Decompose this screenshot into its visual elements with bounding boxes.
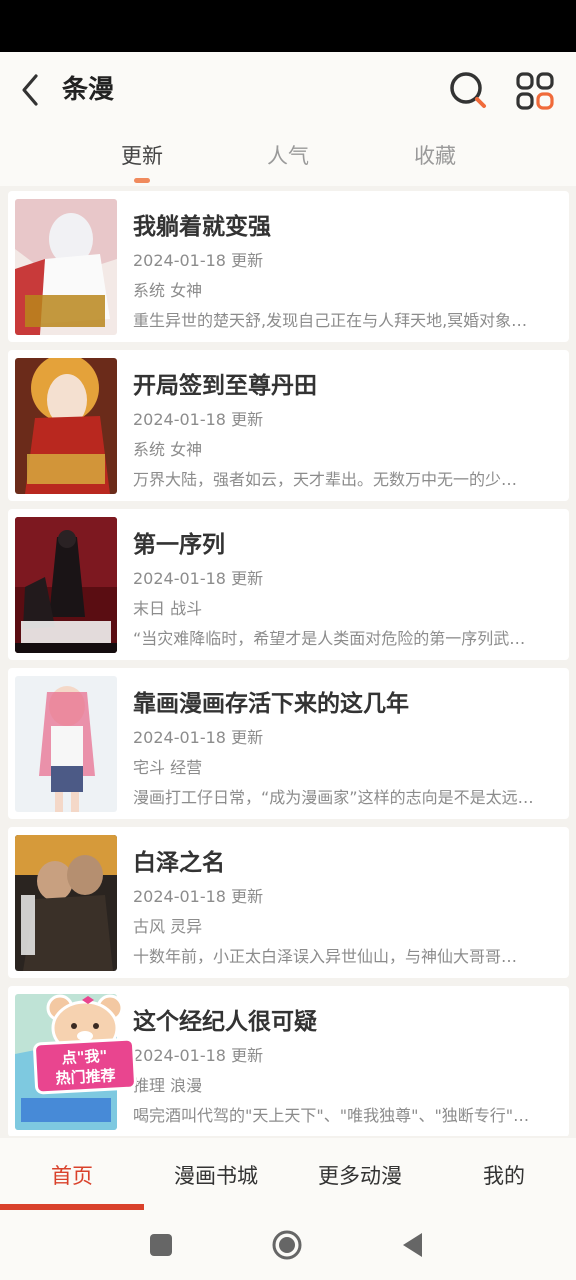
status-bar	[0, 0, 576, 52]
comic-tags: 宅斗 经营	[133, 758, 203, 777]
comic-date: 2024-01-18 更新	[133, 569, 264, 588]
nav-mine[interactable]: 我的	[432, 1160, 576, 1190]
comic-title: 靠画漫画存活下来的这几年	[133, 691, 409, 717]
comic-tags: 系统 女神	[133, 281, 203, 300]
search-icon	[450, 72, 486, 108]
system-nav-bar	[0, 1210, 576, 1280]
grid-icon	[516, 72, 554, 110]
comic-title: 我躺着就变强	[133, 214, 271, 240]
comic-title: 开局签到至尊丹田	[133, 373, 317, 399]
comic-card[interactable]: 我躺着就变强 2024-01-18 更新 系统 女神 重生异世的楚天舒,发现自己…	[8, 191, 569, 342]
comic-date: 2024-01-18 更新	[133, 410, 264, 429]
tab-bar: 更新 人气 收藏	[0, 134, 576, 186]
comic-cover	[15, 199, 117, 335]
comic-date: 2024-01-18 更新	[133, 887, 264, 906]
comic-date: 2024-01-18 更新	[133, 1046, 264, 1065]
comic-desc: 万界大陆，强者如云，天才辈出。无数万中无一的少…	[133, 470, 518, 489]
back-nav-button[interactable]	[396, 1228, 430, 1262]
comic-tags: 推理 浪漫	[133, 1076, 203, 1095]
comic-tags: 末日 战斗	[133, 599, 203, 618]
comic-cover	[15, 676, 117, 812]
bottom-nav: 首页 漫画书城 更多动漫 我的	[0, 1138, 576, 1210]
promo-label: 点"我" 热门推荐	[32, 1037, 138, 1095]
tab-popular[interactable]: 人气	[238, 140, 338, 170]
category-button[interactable]	[512, 68, 560, 116]
search-button[interactable]	[446, 68, 490, 112]
comic-title: 白泽之名	[133, 850, 225, 876]
hot-recommend-badge[interactable]: 点"我" 热门推荐	[30, 992, 140, 1102]
comic-card[interactable]: 开局签到至尊丹田 2024-01-18 更新 系统 女神 万界大陆，强者如云，天…	[8, 350, 569, 501]
comic-desc: 喝完酒叫代驾的"天上天下"、"唯我独尊"、"独断专行"…	[133, 1106, 530, 1125]
comic-cover	[15, 835, 117, 971]
comic-card[interactable]: 第一序列 2024-01-18 更新 末日 战斗 “当灾难降临时，希望才是人类面…	[8, 509, 569, 660]
circle-icon	[272, 1230, 302, 1260]
header: 条漫 更新 人气 收藏	[0, 52, 576, 186]
back-button[interactable]	[14, 70, 50, 110]
comic-desc: 重生异世的楚天舒,发现自己正在与人拜天地,冥婚对象…	[133, 311, 528, 330]
comic-card[interactable]: 白泽之名 2024-01-18 更新 古风 灵异 十数年前，小正太白泽误入异世仙…	[8, 827, 569, 978]
comic-desc: “当灾难降临时，希望才是人类面对危险的第一序列武…	[133, 629, 526, 648]
tab-favorites[interactable]: 收藏	[385, 140, 485, 170]
home-button[interactable]	[270, 1228, 304, 1262]
recents-button[interactable]	[144, 1228, 178, 1262]
page-title: 条漫	[62, 75, 115, 105]
promo-line2: 热门推荐	[55, 1066, 117, 1088]
triangle-back-icon	[403, 1233, 422, 1257]
comic-desc: 漫画打工仔日常，“成为漫画家”这样的志向是不是太远…	[133, 788, 534, 807]
comic-tags: 古风 灵异	[133, 917, 203, 936]
nav-comic-store[interactable]: 漫画书城	[144, 1160, 288, 1190]
comic-date: 2024-01-18 更新	[133, 251, 264, 270]
comic-cover	[15, 517, 117, 653]
square-icon	[150, 1234, 172, 1256]
nav-home[interactable]: 首页	[0, 1160, 144, 1190]
tab-update[interactable]: 更新	[92, 140, 192, 170]
comic-date: 2024-01-18 更新	[133, 728, 264, 747]
comic-desc: 十数年前，小正太白泽误入异世仙山，与神仙大哥哥…	[133, 947, 518, 966]
comic-cover	[15, 358, 117, 494]
comic-card[interactable]: 靠画漫画存活下来的这几年 2024-01-18 更新 宅斗 经营 漫画打工仔日常…	[8, 668, 569, 819]
tab-indicator	[134, 178, 150, 183]
nav-more-anime[interactable]: 更多动漫	[288, 1160, 432, 1190]
comic-tags: 系统 女神	[133, 440, 203, 459]
comic-title: 这个经纪人很可疑	[133, 1009, 317, 1035]
chevron-left-icon	[22, 74, 38, 106]
comic-title: 第一序列	[133, 532, 225, 558]
